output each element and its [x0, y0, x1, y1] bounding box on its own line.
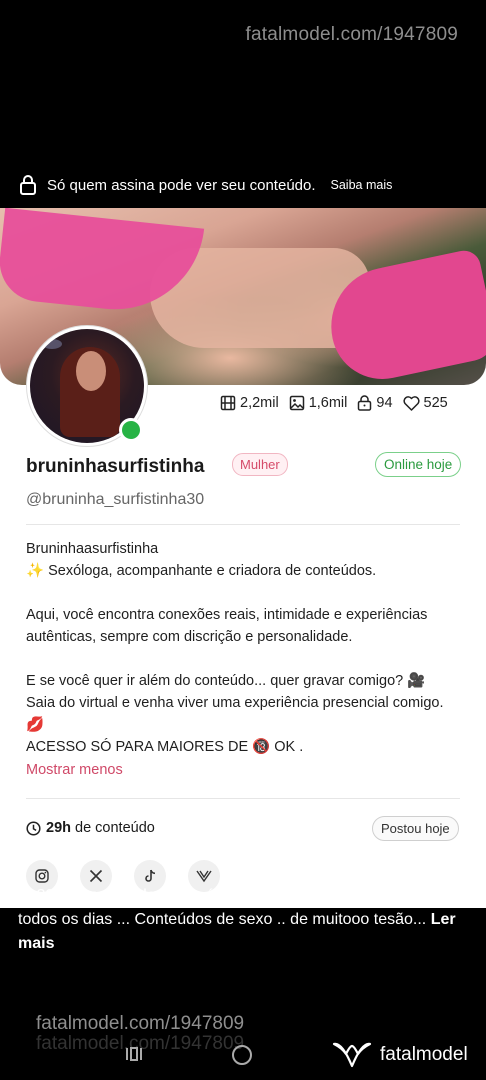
profile-name: bruninhasurfistinha — [26, 456, 205, 477]
brand-logo: fatalmodel — [332, 1040, 468, 1070]
stat-photos[interactable]: 1,6mil — [289, 395, 348, 411]
posted-today-badge: Postou hoje — [372, 816, 459, 841]
fatalmodel-logo-icon — [332, 1042, 372, 1068]
clock-icon — [26, 820, 41, 836]
subscription-notice-text: Só quem assina pode ver seu conteúdo. — [47, 176, 316, 194]
divider — [26, 798, 460, 799]
bio-paragraph-4: ACESSO SÓ PARA MAIORES DE 🔞 OK . — [26, 739, 304, 755]
stats-row: 2,2mil 1,6mil 94 525 — [220, 395, 458, 411]
content-hours: 29h — [46, 820, 71, 836]
pencil-icon — [19, 888, 31, 900]
profile-card: 2,2mil 1,6mil 94 525 bruninhasurfistinha… — [0, 208, 486, 908]
stat-likes[interactable]: 525 — [402, 395, 448, 411]
bio-paragraph-3: E se você quer ir além do conteúdo... qu… — [26, 673, 444, 733]
gender-badge: Mulher — [232, 453, 288, 476]
lock-icon — [18, 174, 38, 196]
stat-likes-value: 525 — [423, 395, 448, 411]
online-badge: Online hoje — [375, 452, 462, 477]
stat-locked[interactable]: 94 — [357, 395, 393, 411]
bio-line-2: ✨ Sexóloga, acompanhante e criadora de c… — [26, 563, 377, 579]
show-less-link[interactable]: Mostrar menos — [26, 762, 123, 778]
stat-locked-value: 94 — [376, 395, 393, 411]
heart-icon — [402, 395, 420, 411]
caption-text: 29h de conteúdos ,isso é para poucos viu… — [18, 887, 464, 928]
online-status-dot — [119, 418, 143, 442]
subscription-notice: Só quem assina pode ver seu conteúdo. Sa… — [0, 170, 486, 200]
stat-videos-value: 2,2mil — [240, 395, 279, 411]
content-label: de conteúdo — [75, 820, 155, 836]
image-icon — [289, 395, 304, 411]
stat-videos[interactable]: 2,2mil — [220, 395, 279, 411]
content-duration: 29h de conteúdo — [26, 820, 155, 836]
home-button[interactable] — [232, 1045, 252, 1065]
film-icon — [220, 395, 236, 411]
lock-icon — [358, 395, 372, 411]
brand-name: fatalmodel — [380, 1044, 468, 1065]
bio-paragraph-2: Aqui, você encontra conexões reais, inti… — [26, 607, 428, 645]
bio-line-1: Bruninhaasurfistinha — [26, 541, 159, 557]
learn-more-link[interactable]: Saiba mais — [331, 178, 393, 192]
recent-apps-button[interactable] — [124, 1046, 144, 1067]
watermark-top: fatalmodel.com/1947809 — [245, 24, 458, 45]
caption-overlay: 29h de conteúdos ,isso é para poucos viu… — [18, 884, 468, 956]
profile-handle: @bruninha_surfistinha30 — [26, 491, 205, 508]
divider — [26, 524, 460, 525]
stat-photos-value: 1,6mil — [308, 395, 348, 411]
